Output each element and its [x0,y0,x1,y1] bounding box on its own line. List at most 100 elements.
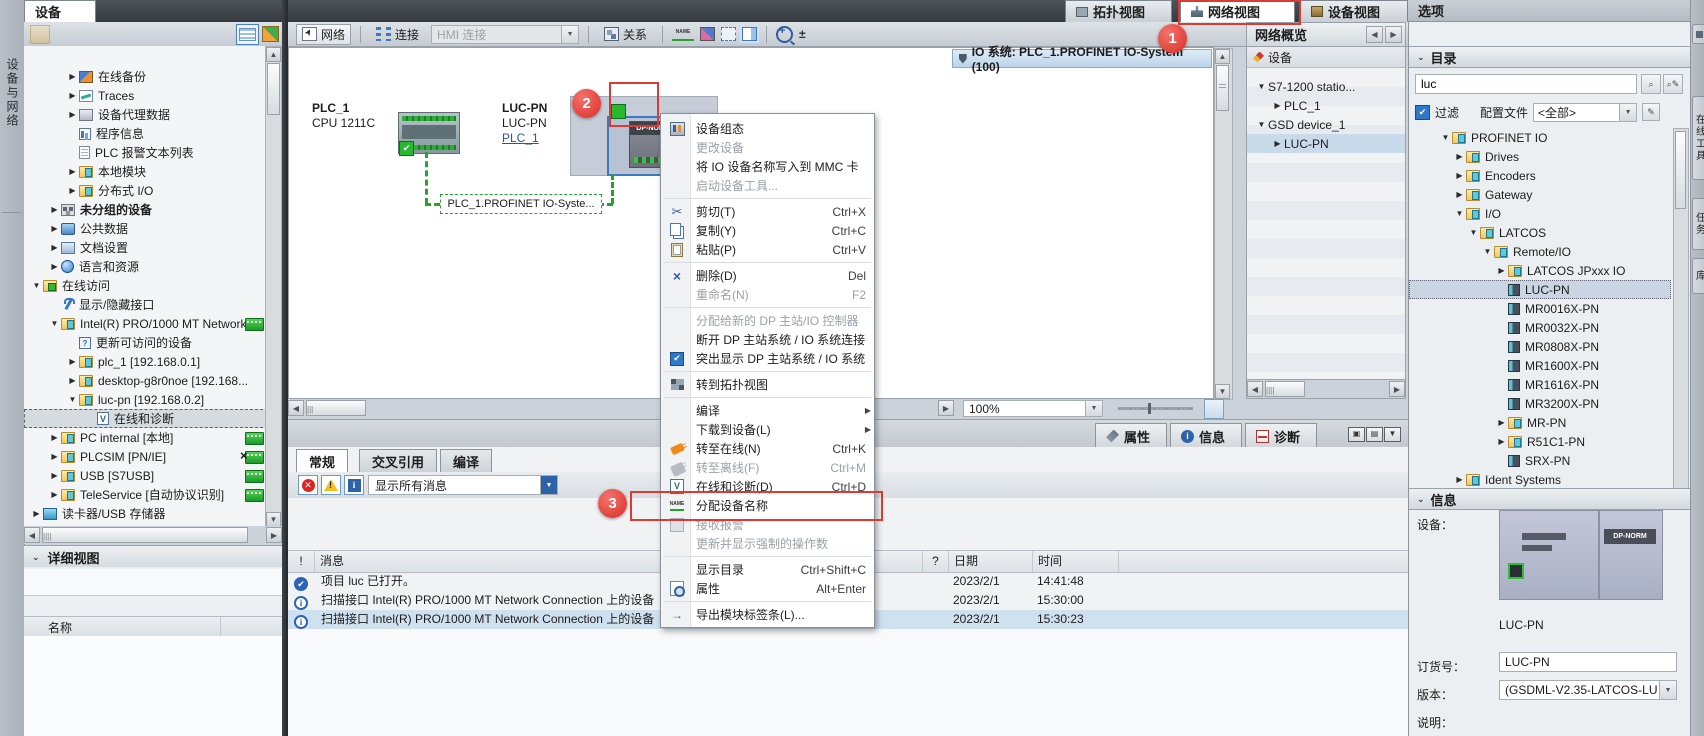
tree-item-ungrouped-devices[interactable]: ▶未分组的设备 [24,200,268,219]
float-pane-icon[interactable]: ▣ [1348,427,1365,442]
menu-disconnect-from-io-system[interactable]: 断开 DP 主站系统 / IO 系统连接 [661,330,874,349]
scroll-left-button[interactable]: ◀ [24,527,40,543]
luc-device-labels[interactable]: LUC-PN LUC-PN PLC_1 [502,101,547,146]
catalog-mr3200x[interactable]: MR3200X-PN [1409,394,1671,413]
luc-controller-link[interactable]: PLC_1 [502,131,547,146]
tree-item-device-proxy[interactable]: ▶设备代理数据 [24,105,268,124]
scroll-thumb[interactable] [1675,131,1686,209]
zoom-slider[interactable] [1118,407,1193,410]
message-filter-select[interactable]: 显示所有消息 ▼ [368,475,558,495]
dropdown-arrow-icon[interactable]: ▼ [1085,401,1102,416]
plc-device-labels[interactable]: PLC_1 CPU 1211C [312,101,375,131]
dropdown-arrow-icon[interactable]: ▼ [540,476,557,494]
menu-delete[interactable]: ×删除(D)Del [661,266,874,285]
overview-horizontal-scrollbar[interactable]: ◀ |||| ▶ [1247,379,1405,398]
catalog-io[interactable]: ▼I/O [1409,204,1671,223]
details-view-header[interactable]: ⌄ 详细视图 [24,545,282,569]
catalog-section-header[interactable]: ⌄ 目录 [1409,46,1690,68]
tab-compile[interactable]: 编译 [440,449,492,472]
menu-export-module-labels[interactable]: →导出模块标签条(L)... [661,605,874,624]
tree-item-online-diagnostics[interactable]: V在线和诊断 [24,409,268,428]
rail-tab-tasks[interactable]: 任务 [1692,198,1704,250]
canvas-vertical-scrollbar[interactable]: ▲ ▼ [1214,48,1233,400]
profile-select[interactable]: <全部> ▼ [1533,103,1637,122]
rail-tab-online-tools[interactable]: 在线工具 [1692,96,1704,180]
connections-button[interactable]: 连接 [370,24,425,45]
catalog-rail-icon[interactable] [1692,24,1704,44]
tree-item-traces[interactable]: ▶Traces [24,86,268,105]
catalog-mr1616x[interactable]: MR1616X-PN [1409,375,1671,394]
info-version-select[interactable]: (GSDML-V2.35-LATCOS-LUC ▼ [1499,680,1677,700]
overview-row-luc-pn[interactable]: ▶LUC-PN [1247,134,1405,153]
dropdown-arrow-icon[interactable]: ▼ [1659,681,1676,699]
scroll-right-button[interactable]: ▶ [1389,381,1405,397]
menu-rename[interactable]: 重命名(N)F2 [661,285,874,304]
catalog-luc-pn[interactable]: LUC-PN [1409,280,1671,299]
dropdown-arrow-icon[interactable]: ▼ [1619,104,1636,121]
catalog-latcos[interactable]: ▼LATCOS [1409,223,1671,242]
menu-start-device-tool[interactable]: 启动设备工具... [661,176,874,195]
sync-icon[interactable] [260,24,281,43]
scroll-thumb[interactable]: ||| [306,400,366,416]
fit-to-view-icon[interactable] [1204,399,1224,419]
column-question[interactable]: ? [922,551,948,572]
scroll-right-button[interactable]: ▶ [266,527,282,543]
catalog-ident-systems[interactable]: ▶Ident Systems [1409,470,1671,489]
tree-view-toggle-icon[interactable] [236,24,259,45]
menu-properties[interactable]: 属性Alt+Enter [661,579,874,598]
catalog-search-input[interactable] [1416,76,1636,92]
split-pane-icon[interactable] [742,27,757,41]
scroll-down-button[interactable]: ▼ [266,512,281,527]
catalog-drives[interactable]: ▶Drives [1409,147,1671,166]
relations-button[interactable]: 关系 [598,24,653,45]
tree-item-teleservice[interactable]: ▶TeleService [自动协议识别] [24,485,268,504]
tree-item-doc-settings[interactable]: ▶文档设置 [24,238,268,257]
tab-diagnostics[interactable]: 诊断 [1245,423,1317,448]
tree-item-update-accessible[interactable]: ?更新可访问的设备 [24,333,268,352]
tree-item-alarm-text-list[interactable]: PLC 报警文本列表 [24,143,268,162]
rail-tab-libraries[interactable]: 库 [1692,258,1704,294]
search-icon[interactable]: ⌕ [1641,74,1661,94]
tree-item-luc-pn[interactable]: ▼luc-pn [192.168.0.2] [24,390,268,409]
scroll-up-button[interactable]: ▲ [266,47,281,62]
scroll-left-button[interactable]: ◀ [288,400,304,416]
scroll-left-button[interactable]: ◀ [1247,381,1263,397]
profile-edit-icon[interactable]: ✎ [1642,103,1660,121]
tree-item-intel-nic[interactable]: ▼Intel(R) PRO/1000 MT Network ... [24,314,268,333]
menu-download-to-device[interactable]: 下载到设备(L)▶ [661,420,874,439]
zoom-fit-icon[interactable]: ± [799,27,806,41]
profinet-bus-label[interactable]: PLC_1.PROFINET IO-Syste... [440,194,602,214]
tab-device-view[interactable]: 设备视图 [1300,0,1408,22]
overview-column-header[interactable]: 设备 [1247,47,1405,68]
grid-icon[interactable] [721,27,736,41]
menu-go-online[interactable]: 转至在线(N)Ctrl+K [661,439,874,458]
menu-assign-to-new-master[interactable]: 分配给新的 DP 主站/IO 控制器 [661,311,874,330]
catalog-encoders[interactable]: ▶Encoders [1409,166,1671,185]
catalog-latcos-jpxxx[interactable]: ▶LATCOS JPxxx IO [1409,261,1671,280]
tree-item-local-modules[interactable]: ▶本地模块 [24,162,268,181]
menu-go-offline[interactable]: 转至离线(F)Ctrl+M [661,458,874,477]
menu-show-catalog[interactable]: 显示目录Ctrl+Shift+C [661,560,874,579]
overview-row-plc1[interactable]: ▶PLC_1 [1247,96,1405,115]
overview-row-gsd-device[interactable]: ▼GSD device_1 [1247,115,1405,134]
catalog-mr-pn[interactable]: ▶MR-PN [1409,413,1671,432]
scroll-thumb[interactable] [267,63,280,115]
tab-topology-view[interactable]: 拓扑视图 [1065,0,1172,22]
tree-item-distributed-io[interactable]: ▶分布式 I/O [24,181,268,200]
dropdown-arrow-icon[interactable]: ▼ [561,26,578,43]
scroll-up-button[interactable]: ▲ [1215,49,1230,64]
tree-item-desktop[interactable]: ▶desktop-g8r0noe [192.168... [24,371,268,390]
nav-forward-icon[interactable]: ▶ [1385,26,1402,43]
warnings-filter-button[interactable] [321,475,341,495]
tree-item-common-data[interactable]: ▶公共数据 [24,219,268,238]
tree-item-program-info[interactable]: 程序信息 [24,124,268,143]
tab-properties[interactable]: 属性 [1095,423,1167,448]
menu-change-device[interactable]: 更改设备 [661,138,874,157]
tree-horizontal-scrollbar[interactable]: ◀ |||| ▶ [24,526,282,544]
catalog-profinet-io[interactable]: ▼PROFINET IO [1409,128,1671,147]
column-exclamation[interactable]: ! [288,551,314,572]
overview-row-station[interactable]: ▼S7-1200 statio... [1247,77,1405,96]
menu-device-configuration[interactable]: 设备组态 [661,119,874,138]
tree-item-card-reader[interactable]: ▶读卡器/USB 存储器 [24,504,268,523]
catalog-gateway[interactable]: ▶Gateway [1409,185,1671,204]
